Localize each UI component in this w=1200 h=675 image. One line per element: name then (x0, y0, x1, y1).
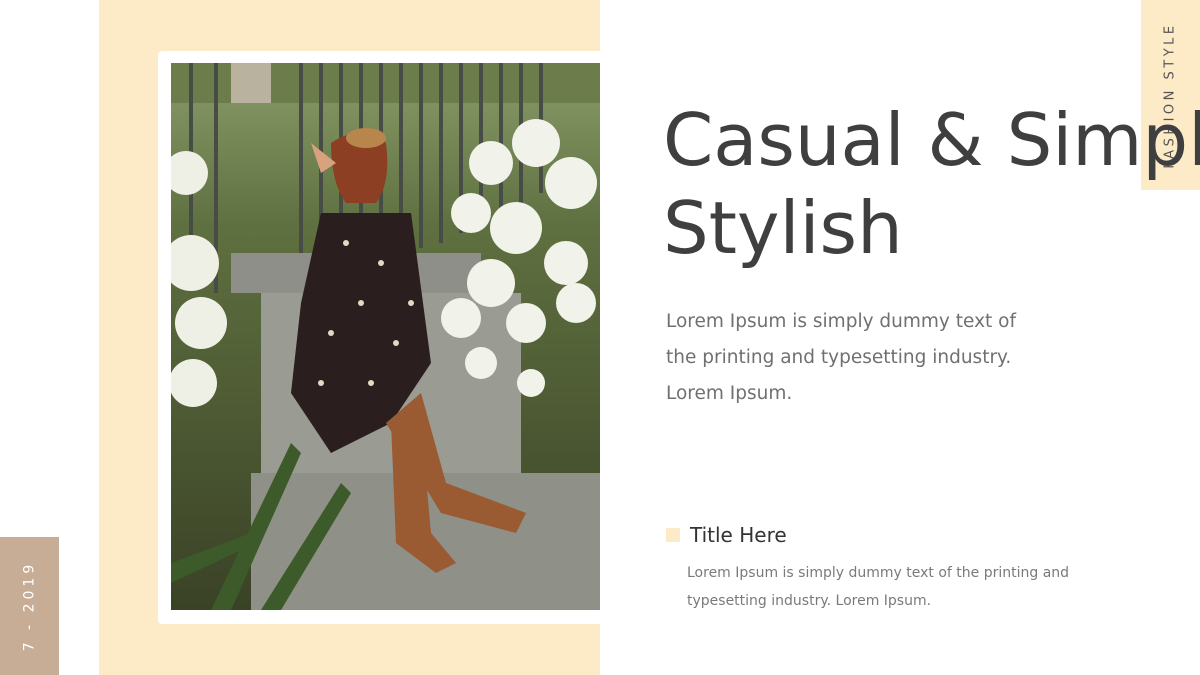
date-tag: 7 - 2019 (0, 537, 59, 675)
subtitle: Title Here (690, 523, 787, 547)
fashion-photo-illustration (171, 63, 600, 610)
headline-line-2: Stylish (663, 186, 903, 270)
date-tag-text: 7 - 2019 (21, 560, 38, 652)
subtitle-row: Title Here (666, 521, 787, 549)
bullet-square-icon (666, 528, 680, 542)
headline: Casual & Simple Stylish (663, 96, 1200, 272)
subtitle-body: Lorem Ipsum is simply dummy text of the … (687, 565, 1070, 609)
fashion-photo (171, 63, 600, 610)
body-text: Lorem Ipsum is simply dummy text of the … (666, 311, 1016, 404)
headline-line-1: Casual & Simple (663, 98, 1200, 182)
